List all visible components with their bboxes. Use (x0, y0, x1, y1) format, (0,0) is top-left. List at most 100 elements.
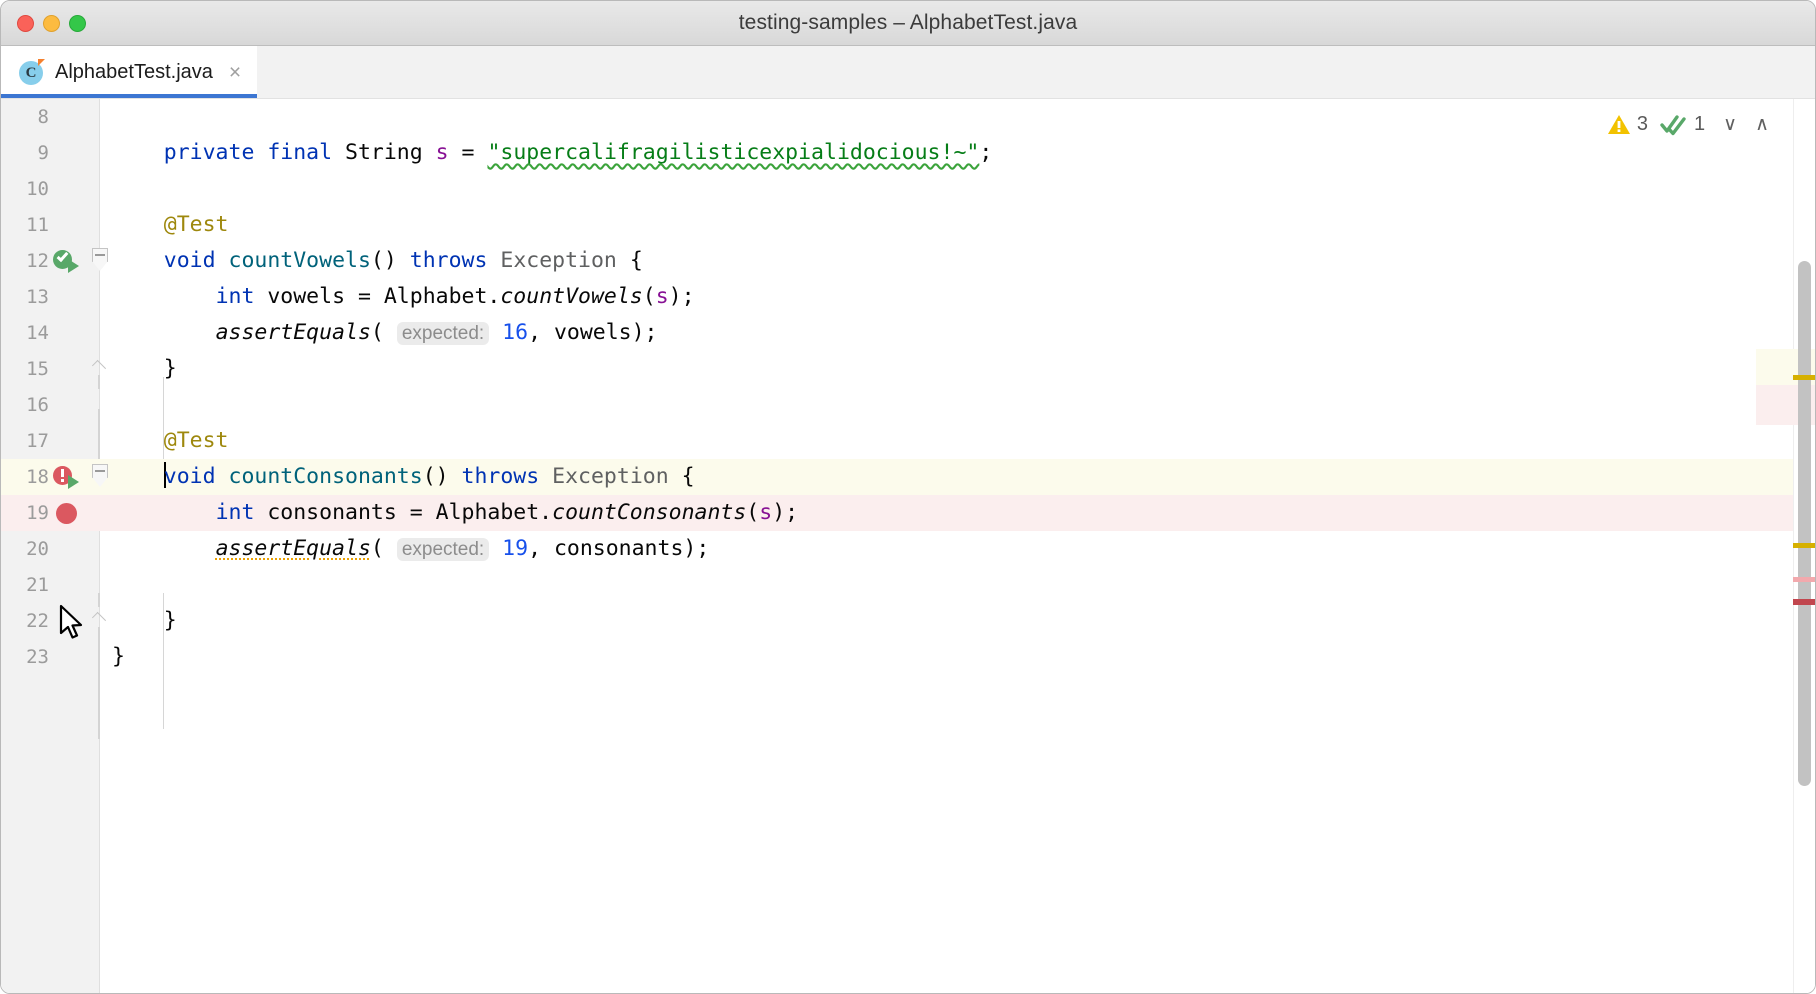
warning-mark[interactable] (1793, 543, 1815, 548)
line-number: 23 (1, 646, 49, 668)
line-content[interactable]: } (100, 351, 177, 387)
maximize-window-button[interactable] (69, 15, 86, 32)
run-test-passed-icon[interactable] (49, 243, 83, 279)
code-line[interactable]: 21 (1, 567, 1815, 603)
line-number: 15 (1, 358, 49, 380)
token-args: , consonants); (528, 536, 709, 561)
token-punct: ); (669, 284, 695, 309)
code-line[interactable]: 8 (1, 99, 1815, 135)
run-test-failed-icon[interactable] (49, 459, 83, 495)
window-title: testing-samples – AlphabetTest.java (1, 11, 1815, 35)
tab-alphabettest-java[interactable]: C AlphabetTest.java × (1, 46, 257, 98)
token-punct: () (423, 464, 449, 489)
warning-mark[interactable] (1793, 375, 1815, 380)
close-window-button[interactable] (17, 15, 34, 32)
code-line[interactable]: 19 int consonants = Alphabet.countConson… (1, 495, 1815, 531)
token-punct: () (371, 248, 397, 273)
token-method-decl: countVowels (229, 248, 371, 273)
token-keyword: int (216, 284, 255, 309)
editor-bottom-strip (1, 975, 1815, 993)
code-line[interactable]: 17 @Test (1, 423, 1815, 459)
line-content[interactable]: @Test (100, 423, 229, 459)
token-method-call: assertEquals (216, 536, 371, 561)
chevron-down-icon[interactable]: ∨ (1717, 115, 1743, 134)
token-method-decl: countConsonants (229, 464, 423, 489)
token-punct: ( (643, 284, 656, 309)
vertical-scrollbar-thumb[interactable] (1798, 261, 1811, 786)
java-test-class-icon: C (19, 59, 45, 85)
chevron-up-icon[interactable]: ∧ (1749, 115, 1775, 134)
code-line[interactable]: 13 int vowels = Alphabet.countVowels(s); (1, 279, 1815, 315)
token-punct: { (682, 464, 695, 489)
window-titlebar: testing-samples – AlphabetTest.java (1, 1, 1815, 46)
token-variable: vowels = (254, 284, 383, 309)
code-line[interactable]: 9 private final String s = "supercalifra… (1, 135, 1815, 171)
code-line[interactable]: 22 } (1, 603, 1815, 639)
line-number: 12 (1, 250, 49, 272)
line-content[interactable]: assertEquals( expected: 19, consonants); (100, 531, 709, 568)
token-method-call: countConsonants (552, 500, 746, 525)
token-field: s (436, 140, 449, 165)
token-punct: ); (772, 500, 798, 525)
code-line[interactable]: 23 } (1, 639, 1815, 675)
line-number: 13 (1, 286, 49, 308)
token-class: Alphabet. (436, 500, 553, 525)
line-number: 14 (1, 322, 49, 344)
parameter-hint[interactable]: expected: (397, 538, 489, 561)
error-mark[interactable] (1793, 599, 1815, 605)
error-stripe[interactable] (1793, 99, 1815, 993)
code-line[interactable]: 14 assertEquals( expected: 16, vowels); (1, 315, 1815, 351)
line-content[interactable]: void countConsonants() throws Exception … (100, 459, 695, 495)
token-keyword: final (267, 140, 332, 165)
token-punct: } (112, 644, 125, 669)
token-variable: consonants = (254, 500, 435, 525)
token-number: 16 (502, 320, 528, 345)
warning-triangle-icon[interactable] (1607, 114, 1631, 136)
token-type: String (345, 140, 423, 165)
line-number: 20 (1, 538, 49, 560)
line-number: 8 (1, 106, 49, 128)
line-number: 19 (1, 502, 49, 524)
code-editor[interactable]: 3 1 ∨ ∧ 8 9 private final String s = "su… (1, 99, 1815, 993)
code-line[interactable]: 11 @Test (1, 207, 1815, 243)
editor-tab-strip: C AlphabetTest.java × (1, 46, 1815, 99)
code-line[interactable]: 18 void countConsonants() throws Excepti… (1, 459, 1815, 495)
line-content[interactable]: int consonants = Alphabet.countConsonant… (100, 495, 798, 531)
token-punct: ( (371, 320, 384, 345)
line-content[interactable]: } (100, 603, 177, 639)
ok-count: 1 (1694, 113, 1705, 136)
code-line[interactable]: 15 } (1, 351, 1815, 387)
token-number: 19 (502, 536, 528, 561)
line-content[interactable]: private final String s = "supercalifragi… (100, 135, 992, 171)
parameter-hint[interactable]: expected: (397, 322, 489, 345)
token-operator: = (449, 140, 488, 165)
line-content[interactable]: @Test (100, 207, 229, 243)
token-keyword: void (164, 248, 216, 273)
error-mark-light[interactable] (1793, 577, 1815, 582)
code-lines[interactable]: 8 9 private final String s = "supercalif… (1, 99, 1815, 993)
token-keyword: throws (462, 464, 540, 489)
line-number: 21 (1, 574, 49, 596)
line-content[interactable]: int vowels = Alphabet.countVowels(s); (100, 279, 695, 315)
line-content[interactable]: void countVowels() throws Exception { (100, 243, 643, 279)
token-field: s (656, 284, 669, 309)
line-number: 17 (1, 430, 49, 452)
line-content[interactable]: } (100, 639, 125, 675)
double-check-icon[interactable] (1660, 114, 1688, 136)
idea-window: testing-samples – AlphabetTest.java C Al… (0, 0, 1816, 994)
inspections-widget[interactable]: 3 1 ∨ ∧ (1601, 111, 1777, 138)
token-field: s (759, 500, 772, 525)
minimize-window-button[interactable] (43, 15, 60, 32)
line-number: 18 (1, 466, 49, 488)
token-method-call: assertEquals (216, 320, 371, 345)
close-icon[interactable]: × (223, 62, 241, 83)
line-content[interactable]: assertEquals( expected: 16, vowels); (100, 315, 658, 352)
code-line[interactable]: 16 (1, 387, 1815, 423)
breakpoint-icon[interactable] (49, 495, 83, 531)
token-punct: ; (979, 140, 992, 165)
line-number: 11 (1, 214, 49, 236)
code-line[interactable]: 20 assertEquals( expected: 19, consonant… (1, 531, 1815, 567)
token-keyword: throws (410, 248, 488, 273)
code-line[interactable]: 12 void countVowels() throws Exception { (1, 243, 1815, 279)
code-line[interactable]: 10 (1, 171, 1815, 207)
